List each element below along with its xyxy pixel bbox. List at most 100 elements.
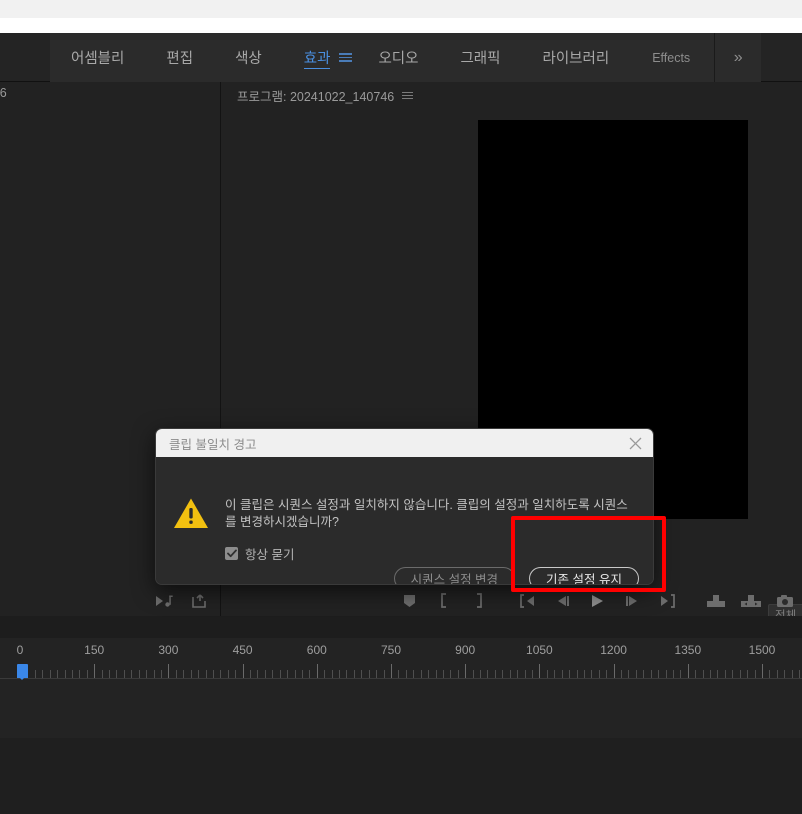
- premiere-pro-window: 어셈블리 편집 색상 효과 오디오 그래픽 라이브러리 Effects» 40746: [0, 0, 802, 814]
- workspace-tab-2[interactable]: 색상: [214, 33, 283, 82]
- timeline-tick-minor: [138, 670, 140, 678]
- source-monitor-tab-label: 40746: [0, 86, 7, 100]
- timeline-ruler-label: 450: [232, 643, 253, 657]
- timeline-panel[interactable]: 0 150 300 450 600 750 900 1050 1200 1350 1500: [0, 616, 802, 814]
- play-audio-icon[interactable]: [146, 585, 182, 616]
- panel-menu-icon[interactable]: [402, 91, 414, 100]
- timeline-tick-minor: [153, 670, 155, 678]
- keep-existing-settings-button[interactable]: 기존 설정 유지: [529, 567, 639, 584]
- timeline-ruler-label: 750: [380, 643, 402, 657]
- dialog-body: 이 클립은 시퀀스 설정과 일치하지 않습니다. 클립의 설정과 일치하도록 시…: [156, 457, 653, 584]
- timeline-tick-minor: [480, 670, 482, 678]
- workspace-tab-3[interactable]: 효과: [283, 33, 352, 82]
- workspace-tab-5[interactable]: 그래픽: [439, 33, 521, 82]
- program-monitor-tab[interactable]: 프로그램: 20241022_140746: [237, 86, 414, 105]
- mark-in-icon[interactable]: [427, 585, 461, 616]
- timeline-tick-minor: [324, 670, 326, 678]
- timeline-ruler[interactable]: 0 150 300 450 600 750 900 1050 1200 1350 1500: [0, 638, 802, 814]
- timeline-ruler-label: 1050: [526, 643, 553, 657]
- timeline-tick-minor: [672, 670, 674, 678]
- close-icon[interactable]: [626, 434, 644, 452]
- timeline-tick-minor: [420, 670, 422, 678]
- step-forward-icon[interactable]: [615, 585, 649, 616]
- video-track-1[interactable]: [0, 686, 802, 738]
- timeline-tick-minor: [769, 670, 771, 678]
- timeline-ruler-label: 1500: [748, 643, 776, 657]
- playhead-handle[interactable]: [17, 664, 28, 680]
- timeline-tick-minor: [339, 670, 341, 678]
- source-monitor-tab[interactable]: 40746: [0, 86, 7, 100]
- workspace-menubar: 어셈블리 편집 색상 효과 오디오 그래픽 라이브러리 Effects»: [0, 33, 802, 82]
- timeline-tick-minor: [131, 670, 133, 678]
- timeline-tick-minor: [376, 670, 378, 678]
- timeline-tracks[interactable]: [0, 686, 802, 814]
- source-transport-controls: [146, 585, 220, 616]
- mark-out-icon[interactable]: [461, 585, 495, 616]
- timeline-tick-minor: [250, 670, 252, 678]
- audio-track-2[interactable]: [0, 776, 802, 814]
- timeline-ruler-label: 150: [84, 643, 105, 657]
- change-sequence-settings-button[interactable]: 시퀀스 설정 변경: [393, 567, 516, 584]
- timeline-tick-major: [316, 664, 318, 678]
- workspace-tab-label: 오디오: [378, 51, 419, 67]
- timeline-tick-minor: [42, 670, 44, 678]
- extract-icon[interactable]: [733, 585, 767, 616]
- timeline-tick-minor: [739, 670, 741, 678]
- timeline-tick-minor: [101, 670, 103, 678]
- checkbox-box[interactable]: [225, 547, 238, 560]
- timeline-tick-major: [539, 664, 541, 678]
- timeline-tick-minor: [405, 670, 407, 678]
- add-marker-icon[interactable]: [393, 585, 427, 616]
- timeline-tick-minor: [398, 670, 400, 678]
- workspace-tab-4[interactable]: 오디오: [357, 33, 439, 82]
- timeline-ruler-label: 300: [158, 643, 179, 657]
- timeline-tick-minor: [235, 670, 237, 678]
- export-frame-camera-icon[interactable]: [768, 585, 802, 616]
- timeline-tick-minor: [569, 670, 571, 678]
- timeline-tick-minor: [680, 670, 682, 678]
- timeline-tick-minor: [776, 670, 778, 678]
- timeline-ruler-label: 1200: [600, 643, 627, 657]
- timeline-tick-minor: [457, 670, 459, 678]
- timeline-tick-major: [762, 664, 763, 678]
- go-to-out-icon[interactable]: [649, 585, 683, 616]
- timeline-tick-minor: [205, 670, 207, 678]
- timeline-tick-minor: [650, 670, 652, 678]
- timeline-ruler-label: 1350: [674, 643, 702, 657]
- chevron-double-right-icon[interactable]: »: [715, 33, 761, 82]
- timeline-tick-minor: [561, 670, 563, 678]
- timeline-ruler-label: 900: [455, 643, 476, 657]
- timeline-tick-minor: [747, 670, 749, 678]
- timeline-tick-major: [465, 664, 467, 678]
- workspace-tab-1[interactable]: 편집: [145, 33, 214, 82]
- go-to-in-icon[interactable]: [512, 585, 546, 616]
- audio-track-1[interactable]: [0, 738, 802, 776]
- timeline-tick-minor: [695, 670, 697, 678]
- timeline-tick-minor: [279, 670, 281, 678]
- timeline-tick-minor: [331, 670, 333, 678]
- workspace-tab-list: 어셈블리 편집 색상 효과 오디오 그래픽 라이브러리 Effects»: [50, 33, 762, 82]
- timeline-ruler-label: 0: [16, 643, 24, 657]
- timeline-tick-minor: [264, 670, 266, 678]
- timeline-ruler-baseline: [0, 678, 802, 679]
- timeline-tick-minor: [784, 670, 786, 678]
- workspace-tab-0[interactable]: 어셈블리: [50, 33, 145, 82]
- timeline-tick-minor: [361, 670, 363, 678]
- timeline-tick-minor: [34, 670, 36, 678]
- workspace-tab-effects-en[interactable]: Effects: [630, 33, 714, 82]
- workspace-tab-label: 어셈블리: [71, 51, 125, 67]
- timeline-tick-minor: [116, 670, 118, 678]
- timeline-tick-minor: [49, 670, 51, 678]
- export-frame-icon[interactable]: [182, 585, 218, 616]
- always-ask-checkbox[interactable]: 항상 묻기: [225, 544, 294, 563]
- timeline-tick-minor: [509, 670, 511, 678]
- timeline-tick-minor: [198, 670, 200, 678]
- lift-icon[interactable]: [699, 585, 733, 616]
- step-back-icon[interactable]: [546, 585, 580, 616]
- workspace-tab-label: 라이브러리: [542, 51, 610, 67]
- timeline-tick-major: [168, 664, 170, 678]
- timeline-tick-minor: [220, 670, 222, 678]
- timeline-tick-minor: [502, 670, 504, 678]
- workspace-tab-6[interactable]: 라이브러리: [522, 33, 631, 82]
- play-icon[interactable]: [580, 585, 614, 616]
